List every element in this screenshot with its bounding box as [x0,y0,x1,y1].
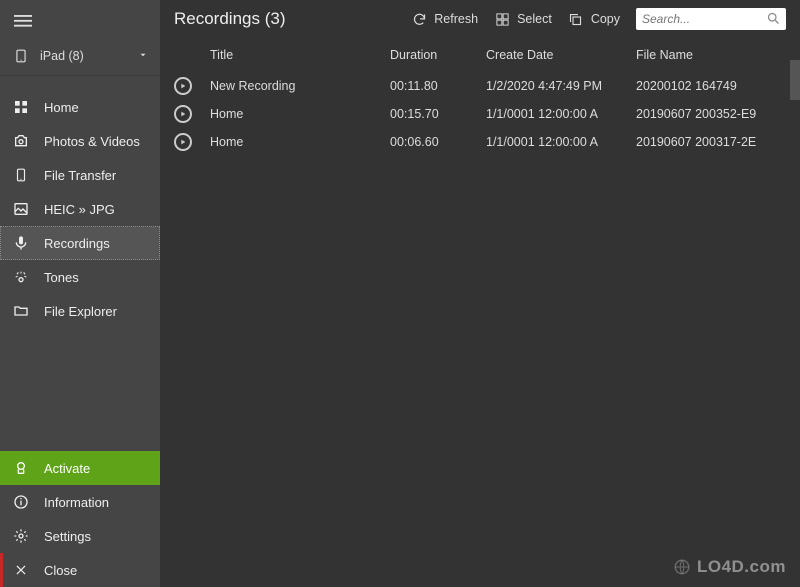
sidebar-item-label: Recordings [44,236,110,251]
col-filename[interactable]: File Name [636,48,786,62]
sidebar-item-file-explorer[interactable]: File Explorer [0,294,160,328]
sidebar-bottom: Activate Information Settings Close [0,451,160,587]
cell-title: Home [210,107,390,121]
folder-icon [12,302,30,320]
sidebar-item-label: Photos & Videos [44,134,140,149]
device-icon [12,47,30,65]
cell-filename: 20190607 200352-E9 [636,107,786,121]
sidebar-item-photos-videos[interactable]: Photos & Videos [0,124,160,158]
select-button[interactable]: Select [494,11,552,27]
cell-create: 1/1/0001 12:00:00 A [486,107,636,121]
app-root: iPad (8) Home Photos & Videos [0,0,800,587]
copy-icon [568,11,584,27]
search-box[interactable] [636,8,786,30]
col-create-date[interactable]: Create Date [486,48,636,62]
globe-icon [673,558,691,576]
sidebar-item-heic-jpg[interactable]: HEIC » JPG [0,192,160,226]
activate-button[interactable]: Activate [0,451,160,485]
sidebar-nav: Home Photos & Videos File Transfer HEIC … [0,76,160,451]
cell-create: 1/1/0001 12:00:00 A [486,135,636,149]
search-input[interactable] [642,12,764,26]
gear-icon [12,527,30,545]
table-row[interactable]: Home 00:15.70 1/1/0001 12:00:00 A 201906… [174,100,786,128]
col-duration[interactable]: Duration [390,48,486,62]
hamburger-icon[interactable] [12,10,34,32]
cell-title: New Recording [210,79,390,93]
microphone-icon [12,234,30,252]
sidebar-item-recordings[interactable]: Recordings [0,226,160,260]
image-icon [12,200,30,218]
sidebar-item-close[interactable]: Close [0,553,160,587]
play-button[interactable] [174,77,192,95]
select-label: Select [517,12,552,26]
close-icon [12,561,30,579]
sidebar-item-label: Close [44,563,77,578]
main-header: Recordings (3) Refresh Select Copy [160,0,800,34]
sidebar-item-label: Settings [44,529,91,544]
play-button[interactable] [174,133,192,151]
tones-icon [12,268,30,286]
sidebar-item-settings[interactable]: Settings [0,519,160,553]
activate-icon [12,459,30,477]
refresh-icon [411,11,427,27]
select-icon [494,11,510,27]
cell-filename: 20200102 164749 [636,79,786,93]
table-header: Title Duration Create Date File Name [174,40,786,72]
sidebar-item-file-transfer[interactable]: File Transfer [0,158,160,192]
cell-duration: 00:06.60 [390,135,486,149]
sidebar-item-label: File Transfer [44,168,116,183]
sidebar-item-label: HEIC » JPG [44,202,115,217]
watermark: LO4D.com [673,557,786,577]
phone-icon [12,166,30,184]
chevron-down-icon [138,49,148,63]
device-name: iPad (8) [40,49,84,63]
sidebar: iPad (8) Home Photos & Videos [0,0,160,587]
main-panel: Recordings (3) Refresh Select Copy [160,0,800,587]
activate-label: Activate [44,461,90,476]
refresh-button[interactable]: Refresh [411,11,478,27]
scrollbar[interactable] [790,60,800,100]
copy-label: Copy [591,12,620,26]
sidebar-item-home[interactable]: Home [0,90,160,124]
col-title[interactable]: Title [210,48,390,62]
watermark-text: LO4D.com [697,557,786,577]
sidebar-top [0,0,160,41]
sidebar-item-tones[interactable]: Tones [0,260,160,294]
cell-filename: 20190607 200317-2E [636,135,786,149]
camera-icon [12,132,30,150]
page-title: Recordings (3) [174,9,286,29]
sidebar-item-label: File Explorer [44,304,117,319]
cell-duration: 00:15.70 [390,107,486,121]
recordings-table: Title Duration Create Date File Name New… [160,34,800,156]
play-button[interactable] [174,105,192,123]
device-selector[interactable]: iPad (8) [0,41,160,76]
cell-title: Home [210,135,390,149]
cell-duration: 00:11.80 [390,79,486,93]
sidebar-item-label: Information [44,495,109,510]
sidebar-item-information[interactable]: Information [0,485,160,519]
home-icon [12,98,30,116]
copy-button[interactable]: Copy [568,11,620,27]
sidebar-item-label: Tones [44,270,79,285]
refresh-label: Refresh [434,12,478,26]
info-icon [12,493,30,511]
table-row[interactable]: New Recording 00:11.80 1/2/2020 4:47:49 … [174,72,786,100]
search-icon[interactable] [766,11,782,27]
sidebar-item-label: Home [44,100,79,115]
table-row[interactable]: Home 00:06.60 1/1/0001 12:00:00 A 201906… [174,128,786,156]
cell-create: 1/2/2020 4:47:49 PM [486,79,636,93]
